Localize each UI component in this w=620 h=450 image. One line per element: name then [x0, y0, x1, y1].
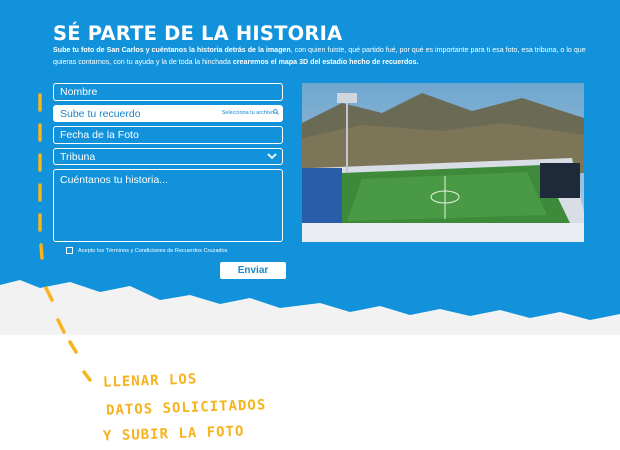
handwritten-line-1: LLENAR LOS	[102, 371, 198, 391]
dashed-guide-line	[38, 93, 92, 382]
